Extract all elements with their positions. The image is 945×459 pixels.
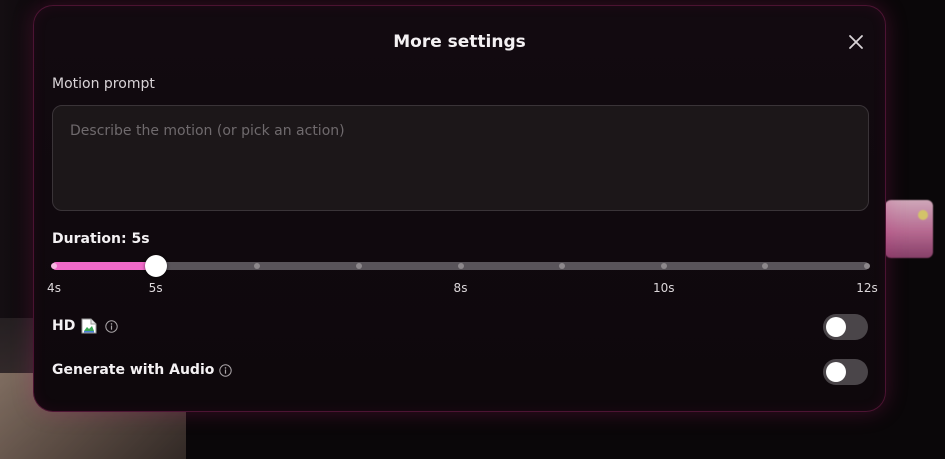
slider-fill <box>52 262 156 270</box>
slider-tick-labels: 4s 5s 8s 10s 12s <box>47 281 878 297</box>
motion-prompt-input[interactable] <box>52 105 869 211</box>
hd-toggle[interactable] <box>823 314 868 340</box>
slider-tick-label: 10s <box>652 281 675 295</box>
duration-label: Duration: 5s <box>52 231 150 247</box>
background-thumbnail-right <box>885 200 933 258</box>
audio-row: Generate with Audio <box>52 362 233 378</box>
audio-info-icon[interactable] <box>219 363 233 377</box>
duration-slider[interactable] <box>51 255 870 277</box>
audio-label: Generate with Audio <box>52 362 215 378</box>
slider-tick-label: 4s <box>47 281 61 295</box>
audio-toggle-knob <box>826 362 846 382</box>
slider-tick <box>864 263 870 269</box>
hd-info-icon[interactable] <box>105 319 119 333</box>
more-settings-dialog: More settings Motion prompt Duration: 5s… <box>33 5 886 412</box>
slider-tick <box>355 263 362 269</box>
slider-tick-label: 8s <box>453 281 468 295</box>
close-icon <box>849 35 863 49</box>
audio-toggle[interactable] <box>823 359 868 385</box>
background-thumbnail-dot <box>918 210 928 220</box>
slider-tick <box>51 263 57 269</box>
slider-tick-label: 5s <box>148 281 163 295</box>
slider-tick-label: 12s <box>856 281 878 295</box>
hd-toggle-knob <box>826 317 846 337</box>
slider-thumb[interactable] <box>144 255 167 277</box>
close-button[interactable] <box>847 33 865 51</box>
motion-prompt-label: Motion prompt <box>52 76 155 92</box>
hd-label: HD <box>52 318 76 334</box>
hd-row: HD <box>52 318 119 334</box>
slider-tick <box>660 263 667 269</box>
broken-image-icon <box>81 318 97 334</box>
dialog-title: More settings <box>393 32 526 52</box>
slider-tick <box>457 263 464 269</box>
